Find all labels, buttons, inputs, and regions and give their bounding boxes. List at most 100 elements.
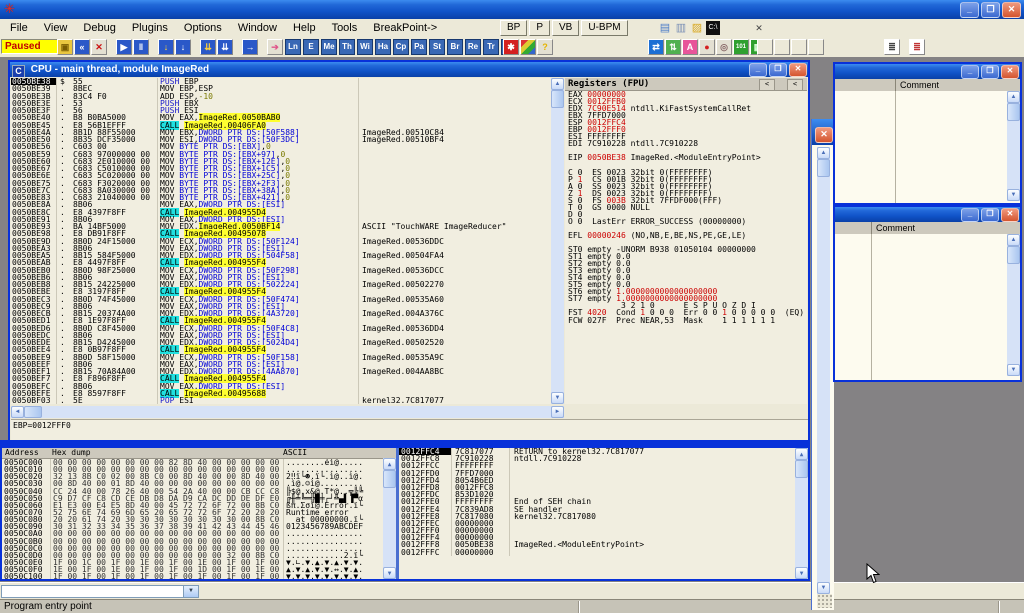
scroll-thumb[interactable] (24, 406, 42, 418)
toolbar-close-icon[interactable]: ✕ (752, 22, 766, 35)
analyze-a-icon[interactable]: A (682, 39, 698, 55)
execute-till-return-icon[interactable]: → (242, 39, 258, 55)
comment-window-2-titlebar[interactable]: _❐✕ (835, 207, 1020, 222)
minimize-button[interactable]: _ (960, 2, 979, 18)
disasm-row[interactable]: 0050BF03.5EPOP ESIkernel32.7C817077 (11, 397, 551, 404)
disasm-hscrollbar[interactable]: ◄ ► (11, 406, 564, 418)
menu-item-file[interactable]: File (2, 19, 36, 37)
stack-pane[interactable]: 0012FFC47C817077RETURN to kernel32.7C817… (399, 448, 808, 579)
updown-icon[interactable]: ⇅ (665, 39, 681, 55)
plugin-button-p[interactable]: P (529, 20, 550, 36)
scroll-up-icon[interactable]: ▲ (795, 448, 808, 460)
chevron-down-icon[interactable]: ▼ (183, 586, 198, 597)
step-over-icon[interactable]: ↓ (175, 39, 191, 55)
scroll-thumb[interactable] (1007, 246, 1020, 264)
menu-item-debug[interactable]: Debug (75, 19, 123, 37)
comment-list-body[interactable]: ▲ ▼ (835, 91, 1020, 203)
comment-window-1-titlebar[interactable]: _❐✕ (835, 64, 1020, 79)
book-icon[interactable]: ▥ (674, 21, 688, 35)
folder-icon[interactable]: ▨ (690, 21, 704, 35)
menu-item-window[interactable]: Window (230, 19, 285, 37)
menu-item-options[interactable]: Options (176, 19, 230, 37)
registers-prev-button[interactable]: < (759, 79, 775, 91)
scroll-thumb[interactable] (795, 460, 808, 478)
menu-item-breakpoint[interactable]: BreakPoint-> (365, 19, 445, 37)
scroll-up-icon[interactable]: ▲ (1007, 91, 1020, 103)
menu-item-tools[interactable]: Tools (324, 19, 366, 37)
register-line[interactable]: EDI 7C910228 ntdll.7C910228 (565, 140, 807, 147)
disasm-row[interactable]: 0050BE38$55PUSH EBP (11, 78, 551, 85)
panel-button-br[interactable]: Br (447, 39, 463, 55)
register-line[interactable]: EIP 0050BE38 ImageRed.<ModuleEntryPoint> (565, 154, 807, 161)
panel-button-cp[interactable]: Cp (393, 39, 409, 55)
comment-window-1-scrollbar[interactable]: ▲ ▼ (1007, 91, 1020, 201)
open-file-icon[interactable]: ▣ (57, 39, 73, 55)
help-icon[interactable]: ? (537, 39, 553, 55)
panel-button-pa[interactable]: Pa (411, 39, 427, 55)
maximize-button[interactable]: ❐ (981, 65, 999, 79)
register-line[interactable]: FCW 027F Prec NEAR,53 Mask 1 1 1 1 1 1 (565, 317, 807, 324)
hidden-window-scrollbar[interactable]: ▲ ▼ (817, 147, 830, 594)
scroll-up-icon[interactable]: ▲ (817, 147, 830, 159)
pause-icon[interactable]: ‖ (133, 39, 149, 55)
appearance-icon[interactable] (520, 39, 536, 55)
spare-button-1[interactable] (757, 39, 773, 55)
spare-button-3[interactable] (791, 39, 807, 55)
close-button[interactable]: ✕ (815, 127, 833, 143)
spare-button-4[interactable] (808, 39, 824, 55)
maximize-button[interactable]: ❐ (981, 208, 999, 222)
command-combobox[interactable]: ▼ (1, 585, 199, 598)
hex-dump-pane[interactable]: Address Hex dump ASCII 0050C00000 00 00 … (2, 448, 396, 579)
log-window-icon[interactable]: ≣ (909, 39, 925, 55)
scroll-up-icon[interactable]: ▲ (1007, 234, 1020, 246)
plugin-button-bp[interactable]: BP (500, 20, 527, 36)
settings-icon[interactable]: ✱ (503, 39, 519, 55)
close-button[interactable]: ✕ (1001, 65, 1019, 79)
scroll-up-icon[interactable]: ▲ (383, 458, 396, 470)
disasm-row[interactable]: 0050BE3E.53PUSH EBX (11, 100, 551, 107)
run-icon[interactable]: ▶ (116, 39, 132, 55)
panel-button-e[interactable]: E (303, 39, 319, 55)
scroll-left-icon[interactable]: ◄ (11, 406, 24, 418)
maximize-button[interactable]: ❐ (769, 63, 787, 77)
scroll-down-icon[interactable]: ▼ (817, 582, 830, 594)
stack-row[interactable]: 0012FFFC00000000 (399, 549, 808, 556)
panel-button-tr[interactable]: Tr (483, 39, 499, 55)
minimize-button[interactable]: _ (961, 65, 979, 79)
scroll-right-icon[interactable]: ► (551, 406, 564, 418)
menu-item-view[interactable]: View (36, 19, 76, 37)
scroll-down-icon[interactable]: ▼ (1007, 189, 1020, 201)
maximize-button[interactable]: ❐ (981, 2, 1000, 18)
registers-prev-button[interactable]: < (787, 79, 803, 91)
disasm-row[interactable]: 0050BEFE.E8 8597F8FFCALL ImageRed.004956… (11, 390, 551, 397)
scroll-thumb[interactable] (817, 159, 830, 177)
close-button[interactable]: ✕ (1001, 208, 1019, 222)
cpu-window-titlebar[interactable]: C CPU - main thread, module ImageRed _❐✕ (10, 62, 808, 77)
resize-grip[interactable] (817, 594, 832, 608)
close-button[interactable]: ✕ (1002, 2, 1021, 18)
terminate-icon[interactable]: ✕ (91, 39, 107, 55)
dump-row[interactable]: 0050C1001F 00 1F 00 1F 00 1F 00 1F 00 1F… (2, 573, 396, 579)
register-line[interactable]: O 0 LastErr ERROR_SUCCESS (00000000) (565, 218, 807, 225)
scroll-down-icon[interactable]: ▼ (795, 567, 808, 579)
disasm-row[interactable]: 0050BE3B.83C4 F0ADD ESP,-10 (11, 93, 551, 100)
minimize-button[interactable]: _ (961, 208, 979, 222)
spare-button-2[interactable] (774, 39, 790, 55)
clipboard-icon[interactable]: ▤ (658, 21, 672, 35)
panel-button-re[interactable]: Re (465, 39, 481, 55)
plugin-button-vb[interactable]: VB (552, 20, 579, 36)
scroll-thumb[interactable] (1007, 103, 1020, 121)
close-button[interactable]: ✕ (789, 63, 807, 77)
animate-over-icon[interactable]: ⇊ (217, 39, 233, 55)
disassembly-pane[interactable]: 0050BE38$55PUSH EBP0050BE39.8BECMOV EBP,… (11, 78, 551, 404)
swap-icon[interactable]: ⇄ (648, 39, 664, 55)
disasm-vscrollbar[interactable]: ▲ ▼ (551, 78, 564, 404)
comment-list-body[interactable]: ▲ ▼ (835, 234, 1020, 380)
register-line[interactable]: T 0 GS 0000 NULL (565, 204, 807, 211)
menu-item-plugins[interactable]: Plugins (124, 19, 176, 37)
scroll-down-icon[interactable]: ▼ (1007, 364, 1020, 376)
plugin-button-u-bpm[interactable]: U-BPM (581, 20, 627, 36)
fingerprint-icon[interactable]: ◎ (716, 39, 732, 55)
animate-into-icon[interactable]: ⇊ (200, 39, 216, 55)
scroll-thumb[interactable] (383, 470, 396, 488)
